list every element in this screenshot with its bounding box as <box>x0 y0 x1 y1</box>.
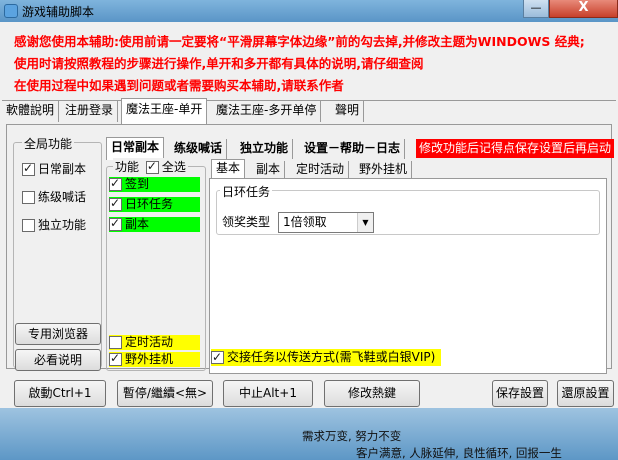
tab-statement[interactable]: 聲明 <box>331 100 365 122</box>
pause-resume-button[interactable]: 暫停/繼續<無> <box>117 380 213 407</box>
select-all-label: 全选 <box>161 160 186 174</box>
select-all-checkbox[interactable] <box>145 159 159 174</box>
notice-line-1: 感谢您使用本辅助:使用前请一定要将“平滑屏幕字体边缘”前的勾去掉,并修改主题为W… <box>14 34 585 49</box>
window-title: 游戏辅助脚本 <box>22 5 95 19</box>
checkbox[interactable] <box>109 351 122 366</box>
func-item-dungeon[interactable]: 副本 <box>109 216 200 232</box>
close-button[interactable]: X <box>549 0 618 18</box>
browser-button[interactable]: 专用浏览器 <box>15 323 101 345</box>
footer-slogan-1: 需求万变, 努力不变 <box>302 429 402 443</box>
checkbox[interactable] <box>22 219 35 232</box>
function-group-title: 功能 全选 <box>113 158 188 175</box>
daily-ring-title: 日环任务 <box>220 183 273 200</box>
func-item-daily-ring[interactable]: 日环任务 <box>109 196 200 212</box>
func-item-field-afk[interactable]: 野外挂机 <box>109 351 200 367</box>
reward-type-value: 1倍领取 <box>283 215 327 229</box>
global-item-label: 独立功能 <box>38 218 87 232</box>
reward-type-select[interactable]: 1倍领取 ▼ <box>278 212 374 233</box>
checkbox[interactable] <box>109 176 122 191</box>
global-functions-title: 全局功能 <box>22 135 75 152</box>
func-item-label: 定时活动 <box>125 335 174 349</box>
notice-line-2: 使用时请按照教程的步骤进行操作,单开和多开都有具体的说明,请仔细查阅 <box>14 56 424 71</box>
relay-teleport-label: 交接任务以传送方式(需飞鞋或白银VIP) <box>227 350 436 364</box>
save-reminder-banner: 修改功能后记得点保存设置后再启动 <box>416 139 615 158</box>
global-item-independent[interactable]: 独立功能 <box>22 216 86 233</box>
checkbox[interactable] <box>109 216 122 231</box>
start-button[interactable]: 啟動Ctrl+1 <box>14 380 106 407</box>
minimize-button[interactable]: — <box>523 0 549 18</box>
checkbox[interactable] <box>109 336 122 349</box>
reward-type-label: 领奖类型 <box>222 215 271 229</box>
daily-ring-group <box>216 190 600 235</box>
func-item-timed-event[interactable]: 定时活动 <box>109 335 200 350</box>
subtab-independent[interactable]: 独立功能 <box>236 139 294 159</box>
global-item-label: 练级喊话 <box>38 190 87 204</box>
global-item-daily-dungeon[interactable]: 日常副本 <box>22 160 86 177</box>
global-item-label: 日常副本 <box>38 162 87 176</box>
subtab-settings-help-log[interactable]: 设置－帮助－日志 <box>300 139 406 159</box>
func-item-sign-in[interactable]: 签到 <box>109 176 200 192</box>
tab-single-open[interactable]: 魔法王座-单开 <box>121 98 208 124</box>
global-item-leveling-shout[interactable]: 练级喊话 <box>22 188 86 205</box>
title-bar: 游戏辅助脚本 — X <box>0 0 618 22</box>
app-icon <box>4 4 18 18</box>
edit-hotkey-button[interactable]: 修改熱鍵 <box>324 380 420 407</box>
footer-slogan-2: 客户满意, 人脉延伸, 良性循环, 回报一生 <box>356 446 562 460</box>
subtab-daily-dungeon[interactable]: 日常副本 <box>106 137 165 160</box>
tab-multi-open[interactable]: 魔法王座-多开单停 <box>212 100 322 122</box>
stop-button[interactable]: 中止Alt+1 <box>223 380 313 407</box>
checkbox[interactable] <box>22 161 35 176</box>
restore-settings-button[interactable]: 還原設置 <box>557 380 614 407</box>
checkbox[interactable] <box>109 196 122 211</box>
func-item-label: 野外挂机 <box>125 352 174 366</box>
tab-register-login[interactable]: 注册登录 <box>61 100 119 122</box>
chevron-down-icon[interactable]: ▼ <box>357 213 373 232</box>
func-item-label: 签到 <box>125 177 150 191</box>
tab-software-info[interactable]: 軟體說明 <box>2 100 60 122</box>
func-item-label: 副本 <box>125 217 150 231</box>
checkbox[interactable] <box>22 191 35 204</box>
checkbox[interactable] <box>211 349 224 366</box>
function-group-label: 功能 <box>115 160 140 174</box>
inner-tab-basic[interactable]: 基本 <box>211 159 246 180</box>
func-item-label: 日环任务 <box>125 197 174 211</box>
subtab-leveling-shout[interactable]: 练级喊话 <box>170 139 228 159</box>
notice-line-3: 在使用过程中如果遇到问题或者需要购买本辅助,请联系作者 <box>14 78 344 93</box>
relay-teleport-option[interactable]: 交接任务以传送方式(需飞鞋或白银VIP) <box>211 349 441 366</box>
save-settings-button[interactable]: 保存設置 <box>492 380 548 407</box>
help-button[interactable]: 必看说明 <box>15 349 101 371</box>
